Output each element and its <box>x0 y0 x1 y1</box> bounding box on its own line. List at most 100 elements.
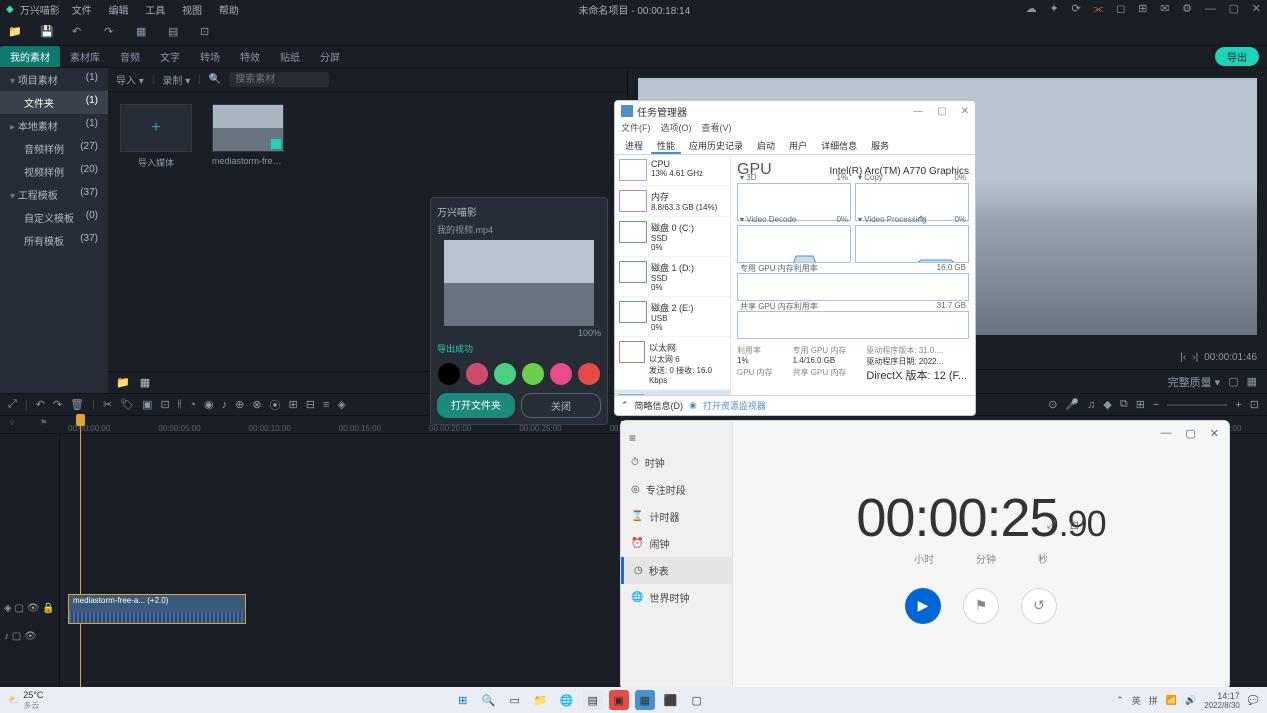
tool-c-icon[interactable]: ⦿ <box>270 397 281 413</box>
tm-menu-options[interactable]: 选项(O) <box>661 121 692 137</box>
menu-tools[interactable]: 工具 <box>145 6 165 17</box>
tray-volume-icon[interactable]: 🔊 <box>1185 695 1196 706</box>
tl-magnet-icon[interactable]: ⧉ <box>1120 398 1128 411</box>
search-input[interactable] <box>229 72 329 87</box>
tool-e-icon[interactable]: ⊟ <box>306 398 315 411</box>
tm-tab-history[interactable]: 应用历史记录 <box>683 137 749 154</box>
user-icon[interactable]: ◻ <box>1116 3 1125 15</box>
play-button[interactable]: ▶ <box>905 588 941 624</box>
cloud-icon[interactable]: ☁ <box>1026 3 1037 15</box>
weather-widget[interactable]: ⛅ 25°C多云 <box>8 690 43 711</box>
start-button[interactable]: ⊞ <box>453 690 473 710</box>
tm-res-disk1[interactable]: 磁盘 1 (D:)SSD0% <box>615 257 730 297</box>
zoom-fit-icon[interactable]: ⊡ <box>1250 398 1259 411</box>
redo-tool-icon[interactable]: ↷ <box>104 25 118 39</box>
tl-expand-icon[interactable]: ⤢ <box>8 398 17 411</box>
timeline-clip[interactable]: mediastorm-free-a... (+2.0) <box>68 594 246 624</box>
share-3-icon[interactable] <box>494 363 516 385</box>
tm-menu-file[interactable]: 文件(F) <box>621 121 651 137</box>
tm-tab-details[interactable]: 详细信息 <box>815 137 863 154</box>
export-button[interactable]: 导出 <box>1215 47 1259 66</box>
sidebar-item-custom-templates[interactable]: 自定义模板(0) <box>0 206 108 229</box>
crop2-icon[interactable]: ⊡ <box>161 398 170 411</box>
flag-icon[interactable]: ⚑ <box>40 418 47 427</box>
tag-icon[interactable]: 🏷 <box>120 398 134 411</box>
redo-icon[interactable]: ↷ <box>53 398 62 411</box>
open-icon[interactable]: 📁 <box>8 25 22 39</box>
zoom-in-icon[interactable]: + <box>1235 399 1241 411</box>
audio-track-label[interactable]: ♪ ▢ 👁 <box>0 622 59 650</box>
tray-clock[interactable]: 14:172022/8/30 <box>1204 691 1240 710</box>
undo-icon[interactable]: ↶ <box>36 398 45 411</box>
color-icon[interactable]: ◉ <box>204 398 214 411</box>
folder-plus-icon[interactable]: 📁 <box>116 376 130 389</box>
open-folder-button[interactable]: 打开文件夹 <box>437 393 515 418</box>
tm-less-details[interactable]: 简略信息(D) <box>635 399 684 412</box>
tm-res-ethernet[interactable]: 以太网以太网 6发送: 0 接收: 16.0 Kbps <box>615 337 730 390</box>
tl-mix-icon[interactable]: ♫ <box>1087 399 1095 411</box>
grid-overlay-icon[interactable]: ▦ <box>1247 375 1257 388</box>
search-taskbar-icon[interactable]: 🔍 <box>479 690 499 710</box>
explorer-icon[interactable]: 📁 <box>531 690 551 710</box>
edge-icon[interactable]: 🌐 <box>557 690 577 710</box>
tl-link-icon[interactable]: ⊞ <box>1136 398 1145 411</box>
sidebar-item-folder[interactable]: 文件夹(1) <box>0 91 108 114</box>
clock-close-icon[interactable]: ✕ <box>1210 427 1219 440</box>
tm-res-cpu[interactable]: CPU13% 4.61 GHz <box>615 155 730 186</box>
cut-icon[interactable]: ✂ <box>103 398 112 411</box>
tm-res-disk2[interactable]: 磁盘 2 (E:)USB0% <box>615 297 730 337</box>
delete-icon[interactable]: 🗑 <box>70 398 84 411</box>
app-4-icon[interactable]: ⬛ <box>661 690 681 710</box>
menu-edit[interactable]: 编辑 <box>108 6 128 17</box>
close-dialog-button[interactable]: 关闭 <box>521 393 601 418</box>
reset-button[interactable]: ↺ <box>1021 588 1057 624</box>
expand-icon[interactable]: ⤢ <box>1047 519 1056 532</box>
quality-dropdown[interactable]: 完整质量 ▾ <box>1168 374 1221 390</box>
tray-ime[interactable]: 拼 <box>1149 694 1158 707</box>
close-icon[interactable]: ✕ <box>1252 3 1261 15</box>
tray-wifi-icon[interactable]: 📶 <box>1166 695 1177 706</box>
import-media-slot[interactable]: + <box>120 104 192 152</box>
audio-icon[interactable]: ♪ <box>222 399 228 411</box>
tm-maximize-icon[interactable]: ▢ <box>937 106 946 117</box>
tm-minimize-icon[interactable]: — <box>913 106 923 117</box>
tm-menu-view[interactable]: 查看(V) <box>702 121 732 137</box>
sidebar-item-templates[interactable]: ▾ 工程模板(37) <box>0 183 108 206</box>
tl-rec-icon[interactable]: ⊙ <box>1048 398 1057 411</box>
app-2-icon[interactable]: ▣ <box>609 690 629 710</box>
clock-item-timer[interactable]: ⌛计时器 <box>621 503 732 530</box>
notify-icon[interactable]: ⊞ <box>1138 3 1147 15</box>
share-6-icon[interactable] <box>578 363 600 385</box>
marker-icon[interactable]: ◊ <box>10 418 14 427</box>
next-mark-icon[interactable]: ›| <box>1192 352 1198 363</box>
clock-item-alarm[interactable]: ⏰闹钟 <box>621 530 732 557</box>
menu-help[interactable]: 帮助 <box>219 6 239 17</box>
sidebar-item-local[interactable]: ▸ 本地素材(1) <box>0 114 108 137</box>
zoom-out-icon[interactable]: − <box>1153 399 1159 411</box>
crop-icon[interactable]: ▣ <box>142 398 152 411</box>
tool-g-icon[interactable]: ◈ <box>337 398 345 411</box>
record-dropdown[interactable]: 录制 ▾ <box>162 72 190 87</box>
app-5-icon[interactable]: ▢ <box>687 690 707 710</box>
app-3-icon[interactable]: ▦ <box>635 690 655 710</box>
split-icon[interactable]: ⫲ <box>178 398 182 411</box>
tab-stock[interactable]: 素材库 <box>60 46 110 67</box>
arrow-up-icon[interactable]: ⌃ <box>621 400 629 411</box>
tm-tab-processes[interactable]: 进程 <box>619 137 649 154</box>
tm-res-memory[interactable]: 内存8.8/63.3 GB (14%) <box>615 186 730 217</box>
compact-icon[interactable]: ⊡ <box>1070 519 1079 532</box>
tray-up-icon[interactable]: ⌃ <box>1116 695 1124 706</box>
tab-stickers[interactable]: 贴纸 <box>270 46 310 67</box>
tm-tab-services[interactable]: 服务 <box>865 137 895 154</box>
app-1-icon[interactable]: ▤ <box>583 690 603 710</box>
tl-marker-icon[interactable]: ◆ <box>1103 398 1111 411</box>
zoom-slider[interactable] <box>1167 404 1227 406</box>
media-clip-thumb[interactable] <box>212 104 284 152</box>
clock-menu-icon[interactable]: ≡ <box>621 427 732 449</box>
sparkle-icon[interactable]: ✦ <box>1050 3 1059 15</box>
tab-titles[interactable]: 文字 <box>150 46 190 67</box>
snapshot-icon[interactable]: ▢ <box>1228 375 1238 388</box>
prev-mark-icon[interactable]: |‹ <box>1180 352 1186 363</box>
speed-icon[interactable]: ◔ <box>189 399 196 411</box>
menu-file[interactable]: 文件 <box>72 6 92 17</box>
